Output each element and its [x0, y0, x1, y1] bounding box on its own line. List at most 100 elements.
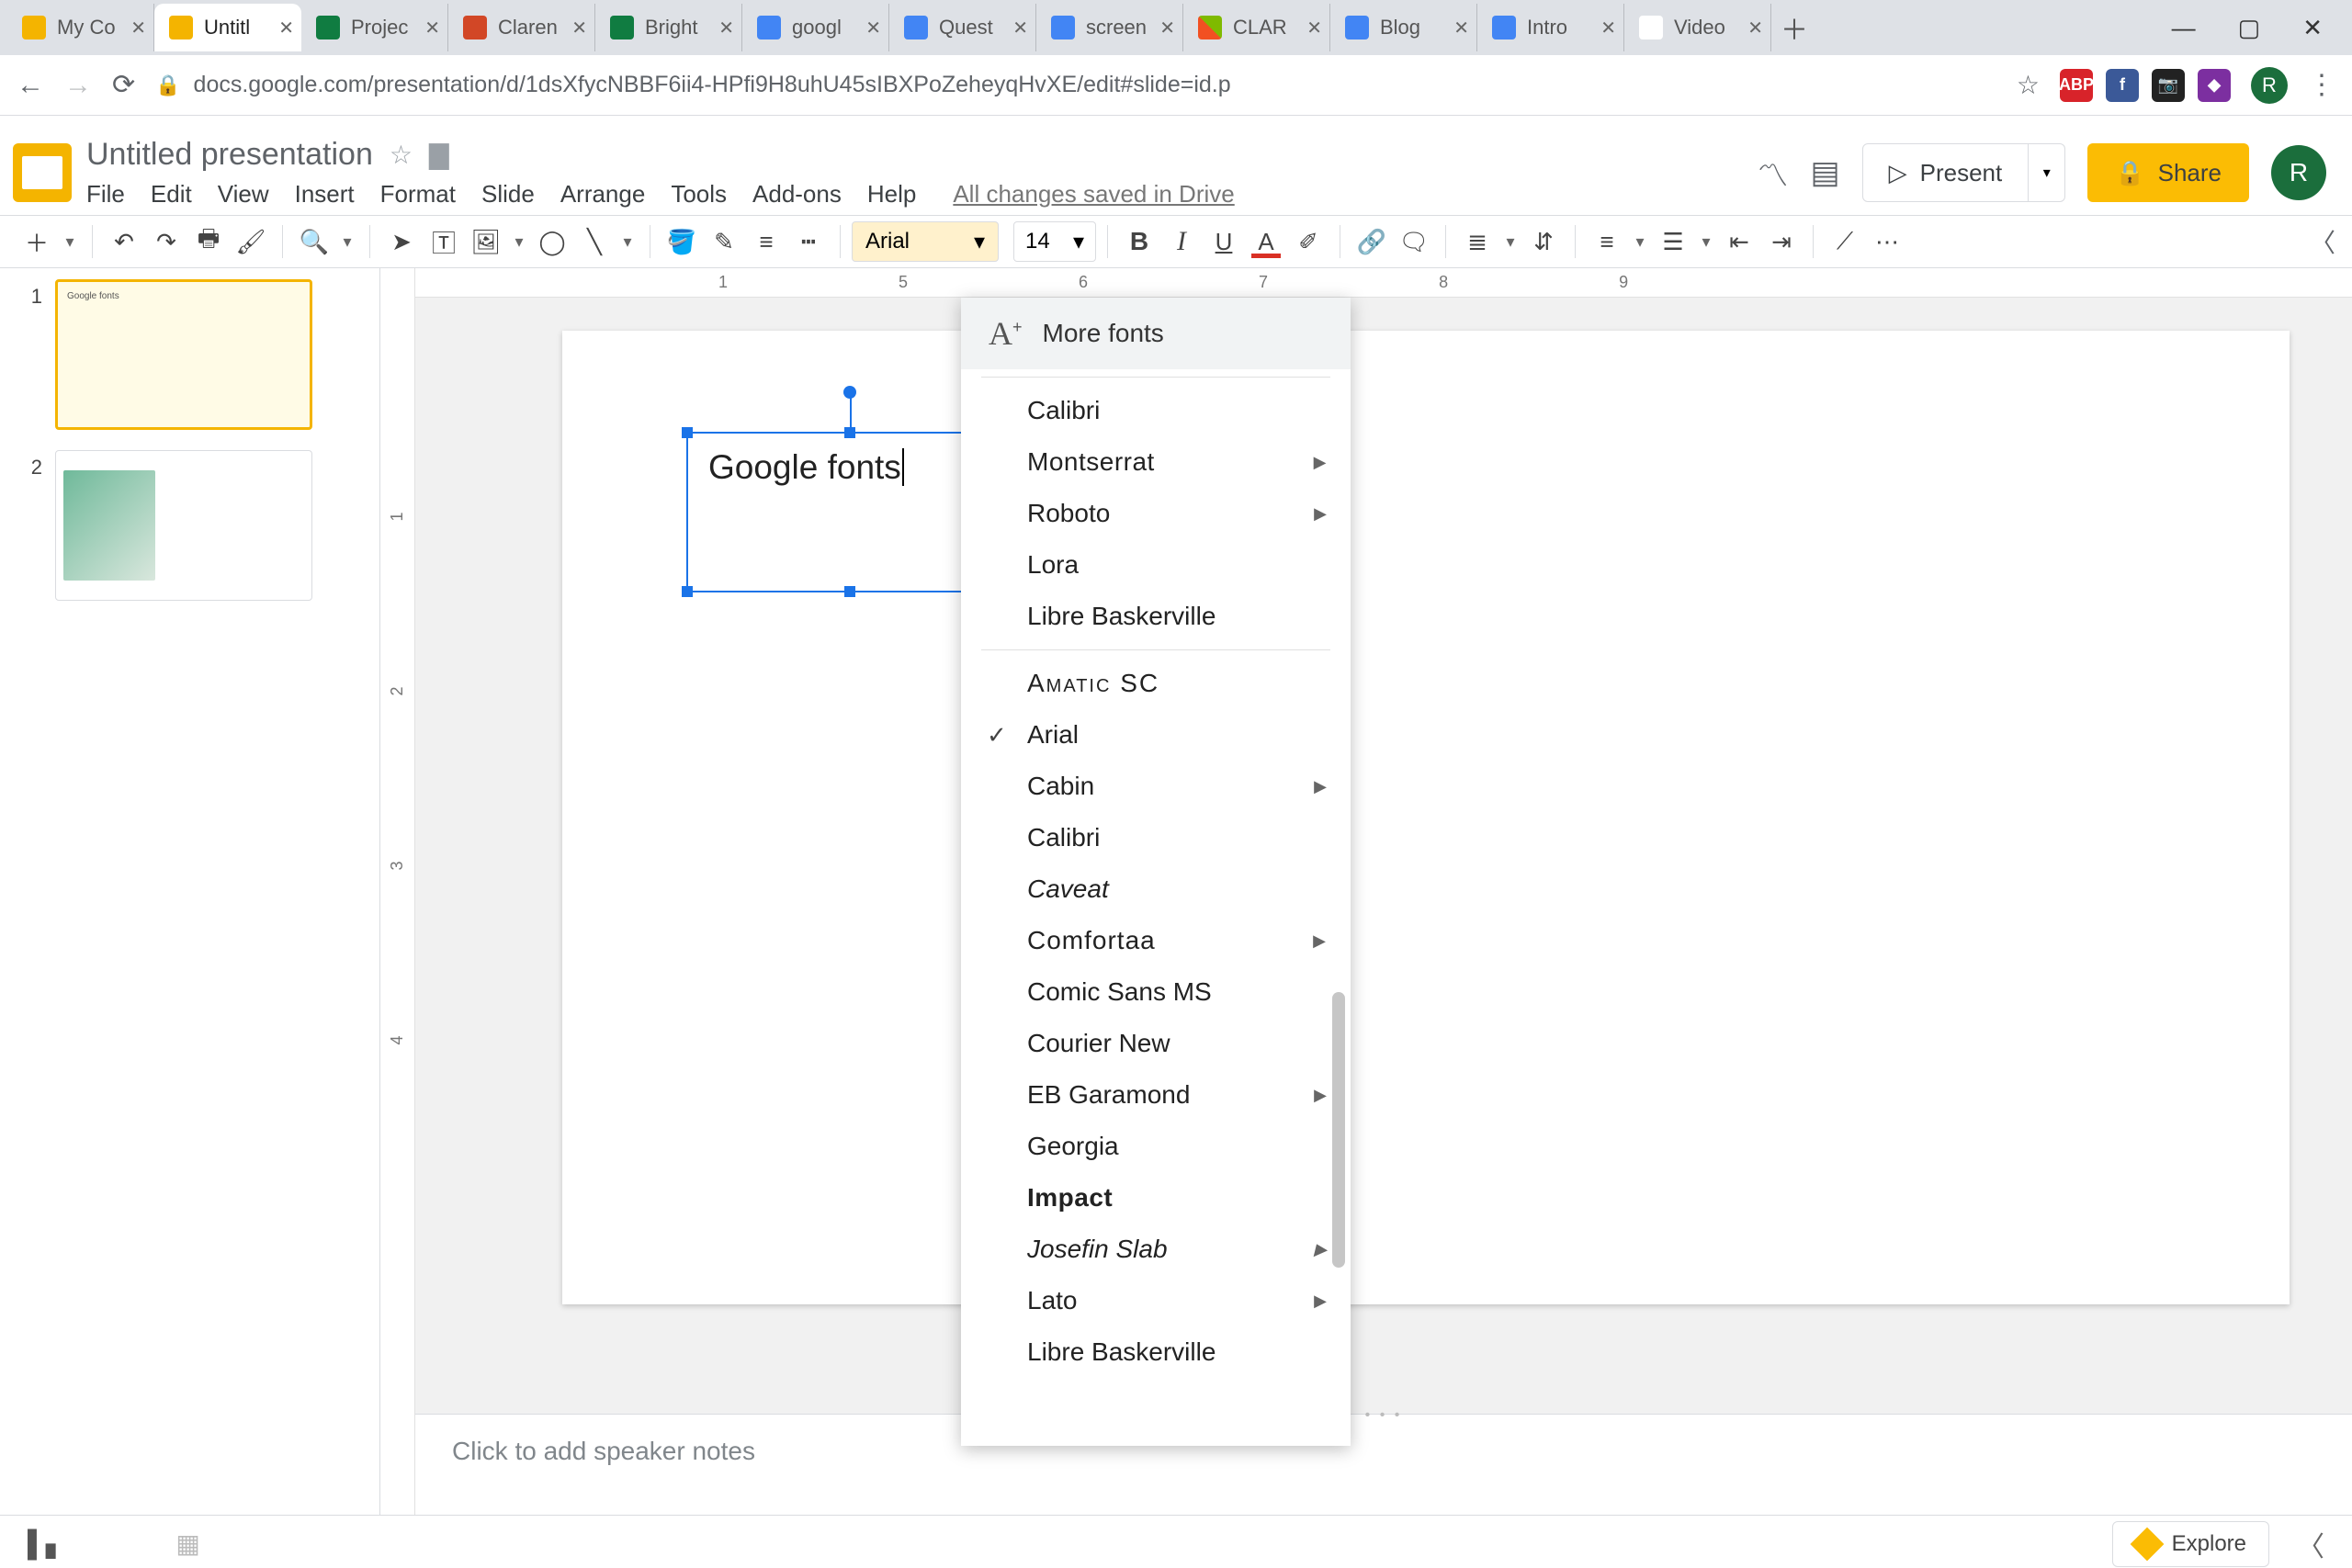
nav-back-icon[interactable]: ← [17, 70, 44, 101]
font-menu-item[interactable]: Caveat [961, 863, 1351, 915]
font-menu-item[interactable]: Comfortaa▶ [961, 915, 1351, 966]
font-menu-item[interactable]: Comic Sans MS [961, 966, 1351, 1018]
browser-tab[interactable]: googl✕ [742, 4, 889, 51]
image-tool[interactable]: 🖼 [466, 221, 506, 262]
browser-tab[interactable]: My Co✕ [7, 4, 154, 51]
maximize-icon[interactable]: ▢ [2238, 14, 2261, 42]
more-toolbar-button[interactable]: ⋯ [1867, 221, 1907, 262]
print-button[interactable]: 🖶 [188, 221, 229, 262]
browser-tab[interactable]: Bright✕ [595, 4, 742, 51]
border-color-button[interactable]: ✎ [704, 221, 744, 262]
numbered-list-dd[interactable]: ▾ [1629, 221, 1651, 262]
tab-close-icon[interactable]: ✕ [865, 17, 881, 39]
browser-tab[interactable]: screen✕ [1036, 4, 1183, 51]
font-menu-item[interactable]: Calibri [961, 812, 1351, 863]
save-status[interactable]: All changes saved in Drive [953, 180, 1234, 209]
bookmark-star-icon[interactable]: ☆ [2017, 70, 2040, 100]
present-button[interactable]: ▷ Present [1862, 143, 2030, 202]
present-dropdown[interactable]: ▾ [2029, 143, 2065, 202]
link-button[interactable]: 🔗 [1351, 221, 1392, 262]
font-menu-item[interactable]: Lato▶ [961, 1275, 1351, 1326]
font-menu-scrollbar[interactable] [1332, 992, 1345, 1268]
browser-tab[interactable]: Claren✕ [448, 4, 595, 51]
reload-icon[interactable]: ⟳ [112, 69, 135, 101]
font-menu-item[interactable]: Montserrat▶ [961, 436, 1351, 488]
bulleted-list-dd[interactable]: ▾ [1695, 221, 1717, 262]
font-menu-item[interactable]: Impact [961, 1172, 1351, 1224]
tab-close-icon[interactable]: ✕ [1453, 17, 1469, 39]
shape-tool[interactable]: ◯ [532, 221, 572, 262]
tab-close-icon[interactable]: ✕ [278, 17, 294, 39]
browser-tab[interactable]: Video✕ [1624, 4, 1771, 51]
line-tool[interactable]: ╲ [574, 221, 615, 262]
zoom-button[interactable]: 🔍 [294, 221, 334, 262]
comments-icon[interactable]: ▤ [1811, 154, 1840, 191]
border-weight-button[interactable]: ≡ [746, 221, 786, 262]
font-menu-item[interactable]: Arial [961, 709, 1351, 761]
canvas-area[interactable]: Google fonts [415, 298, 2352, 1414]
camera-extension-icon[interactable]: 📷 [2152, 69, 2185, 102]
menu-add-ons[interactable]: Add-ons [752, 180, 842, 209]
align-button[interactable]: ≣ [1457, 221, 1498, 262]
browser-tab[interactable]: Blog✕ [1330, 4, 1477, 51]
resize-handle[interactable] [844, 427, 855, 438]
font-menu-item[interactable]: Libre Baskerville [961, 591, 1351, 642]
italic-button[interactable]: I [1161, 221, 1202, 262]
font-menu-item[interactable]: Courier New [961, 1018, 1351, 1069]
tab-close-icon[interactable]: ✕ [1600, 17, 1616, 39]
resize-handle[interactable] [682, 427, 693, 438]
select-tool[interactable]: ➤ [381, 221, 422, 262]
more-fonts-item[interactable]: A+ More fonts [961, 298, 1351, 369]
notes-drag-handle[interactable]: • • • [1365, 1407, 1403, 1424]
browser-tab[interactable]: CLAR✕ [1183, 4, 1330, 51]
pocket-extension-icon[interactable]: ◆ [2198, 69, 2231, 102]
slide-thumbnail-2[interactable] [55, 450, 312, 601]
indent-decrease-button[interactable]: ⇤ [1719, 221, 1759, 262]
font-menu-item[interactable]: Calibri [961, 385, 1351, 436]
font-menu-item[interactable]: Roboto▶ [961, 488, 1351, 539]
slides-logo-icon[interactable] [13, 143, 72, 202]
font-size-selector[interactable]: 14 ▾ [1013, 221, 1096, 262]
collapse-toolbar-icon[interactable]: 〈 [2310, 223, 2335, 260]
browser-tab[interactable]: Intro✕ [1477, 4, 1624, 51]
menu-insert[interactable]: Insert [295, 180, 355, 209]
zoom-dd[interactable]: ▾ [336, 221, 358, 262]
tab-close-icon[interactable]: ✕ [1747, 17, 1763, 39]
tab-close-icon[interactable]: ✕ [1012, 17, 1028, 39]
resize-handle[interactable] [844, 586, 855, 597]
grid-view-icon[interactable]: ▦ [175, 1529, 199, 1559]
browser-tab[interactable]: Untitl✕ [154, 4, 301, 51]
textbox-tool[interactable]: 🅃 [424, 221, 464, 262]
menu-edit[interactable]: Edit [151, 180, 192, 209]
menu-format[interactable]: Format [380, 180, 456, 209]
redo-button[interactable]: ↷ [146, 221, 187, 262]
folder-move-icon[interactable]: ▇ [429, 140, 449, 170]
clear-format-button[interactable]: ⟋ [1825, 221, 1865, 262]
trend-icon[interactable]: 〽 [1758, 151, 1789, 196]
line-spacing-button[interactable]: ⇵ [1523, 221, 1564, 262]
tab-close-icon[interactable]: ✕ [1306, 17, 1322, 39]
slide-thumbnail-1[interactable]: Google fonts [55, 279, 312, 430]
comment-button[interactable]: 🗨 [1394, 221, 1434, 262]
numbered-list-button[interactable]: ≡ [1587, 221, 1627, 262]
border-dash-button[interactable]: ┅ [788, 221, 829, 262]
bold-button[interactable]: B [1119, 221, 1159, 262]
menu-tools[interactable]: Tools [671, 180, 727, 209]
star-icon[interactable]: ☆ [390, 140, 413, 170]
explore-collapse-icon[interactable]: 〈 [2297, 1524, 2324, 1564]
align-dd[interactable]: ▾ [1499, 221, 1521, 262]
undo-button[interactable]: ↶ [104, 221, 144, 262]
new-slide-dd[interactable]: ▾ [59, 221, 81, 262]
menu-slide[interactable]: Slide [481, 180, 535, 209]
new-tab-button[interactable]: ＋ [1771, 5, 1817, 51]
fb-extension-icon[interactable]: f [2106, 69, 2139, 102]
font-menu-item[interactable]: Libre Baskerville [961, 1326, 1351, 1378]
font-menu-item[interactable]: Amatic SC [961, 658, 1351, 709]
font-menu-item[interactable]: Georgia [961, 1121, 1351, 1172]
minimize-icon[interactable]: — [2172, 14, 2196, 42]
nav-forward-icon[interactable]: → [64, 70, 92, 101]
indent-increase-button[interactable]: ⇥ [1761, 221, 1802, 262]
resize-handle[interactable] [682, 586, 693, 597]
speaker-notes[interactable]: • • • Click to add speaker notes [415, 1414, 2352, 1515]
tab-close-icon[interactable]: ✕ [718, 17, 734, 39]
